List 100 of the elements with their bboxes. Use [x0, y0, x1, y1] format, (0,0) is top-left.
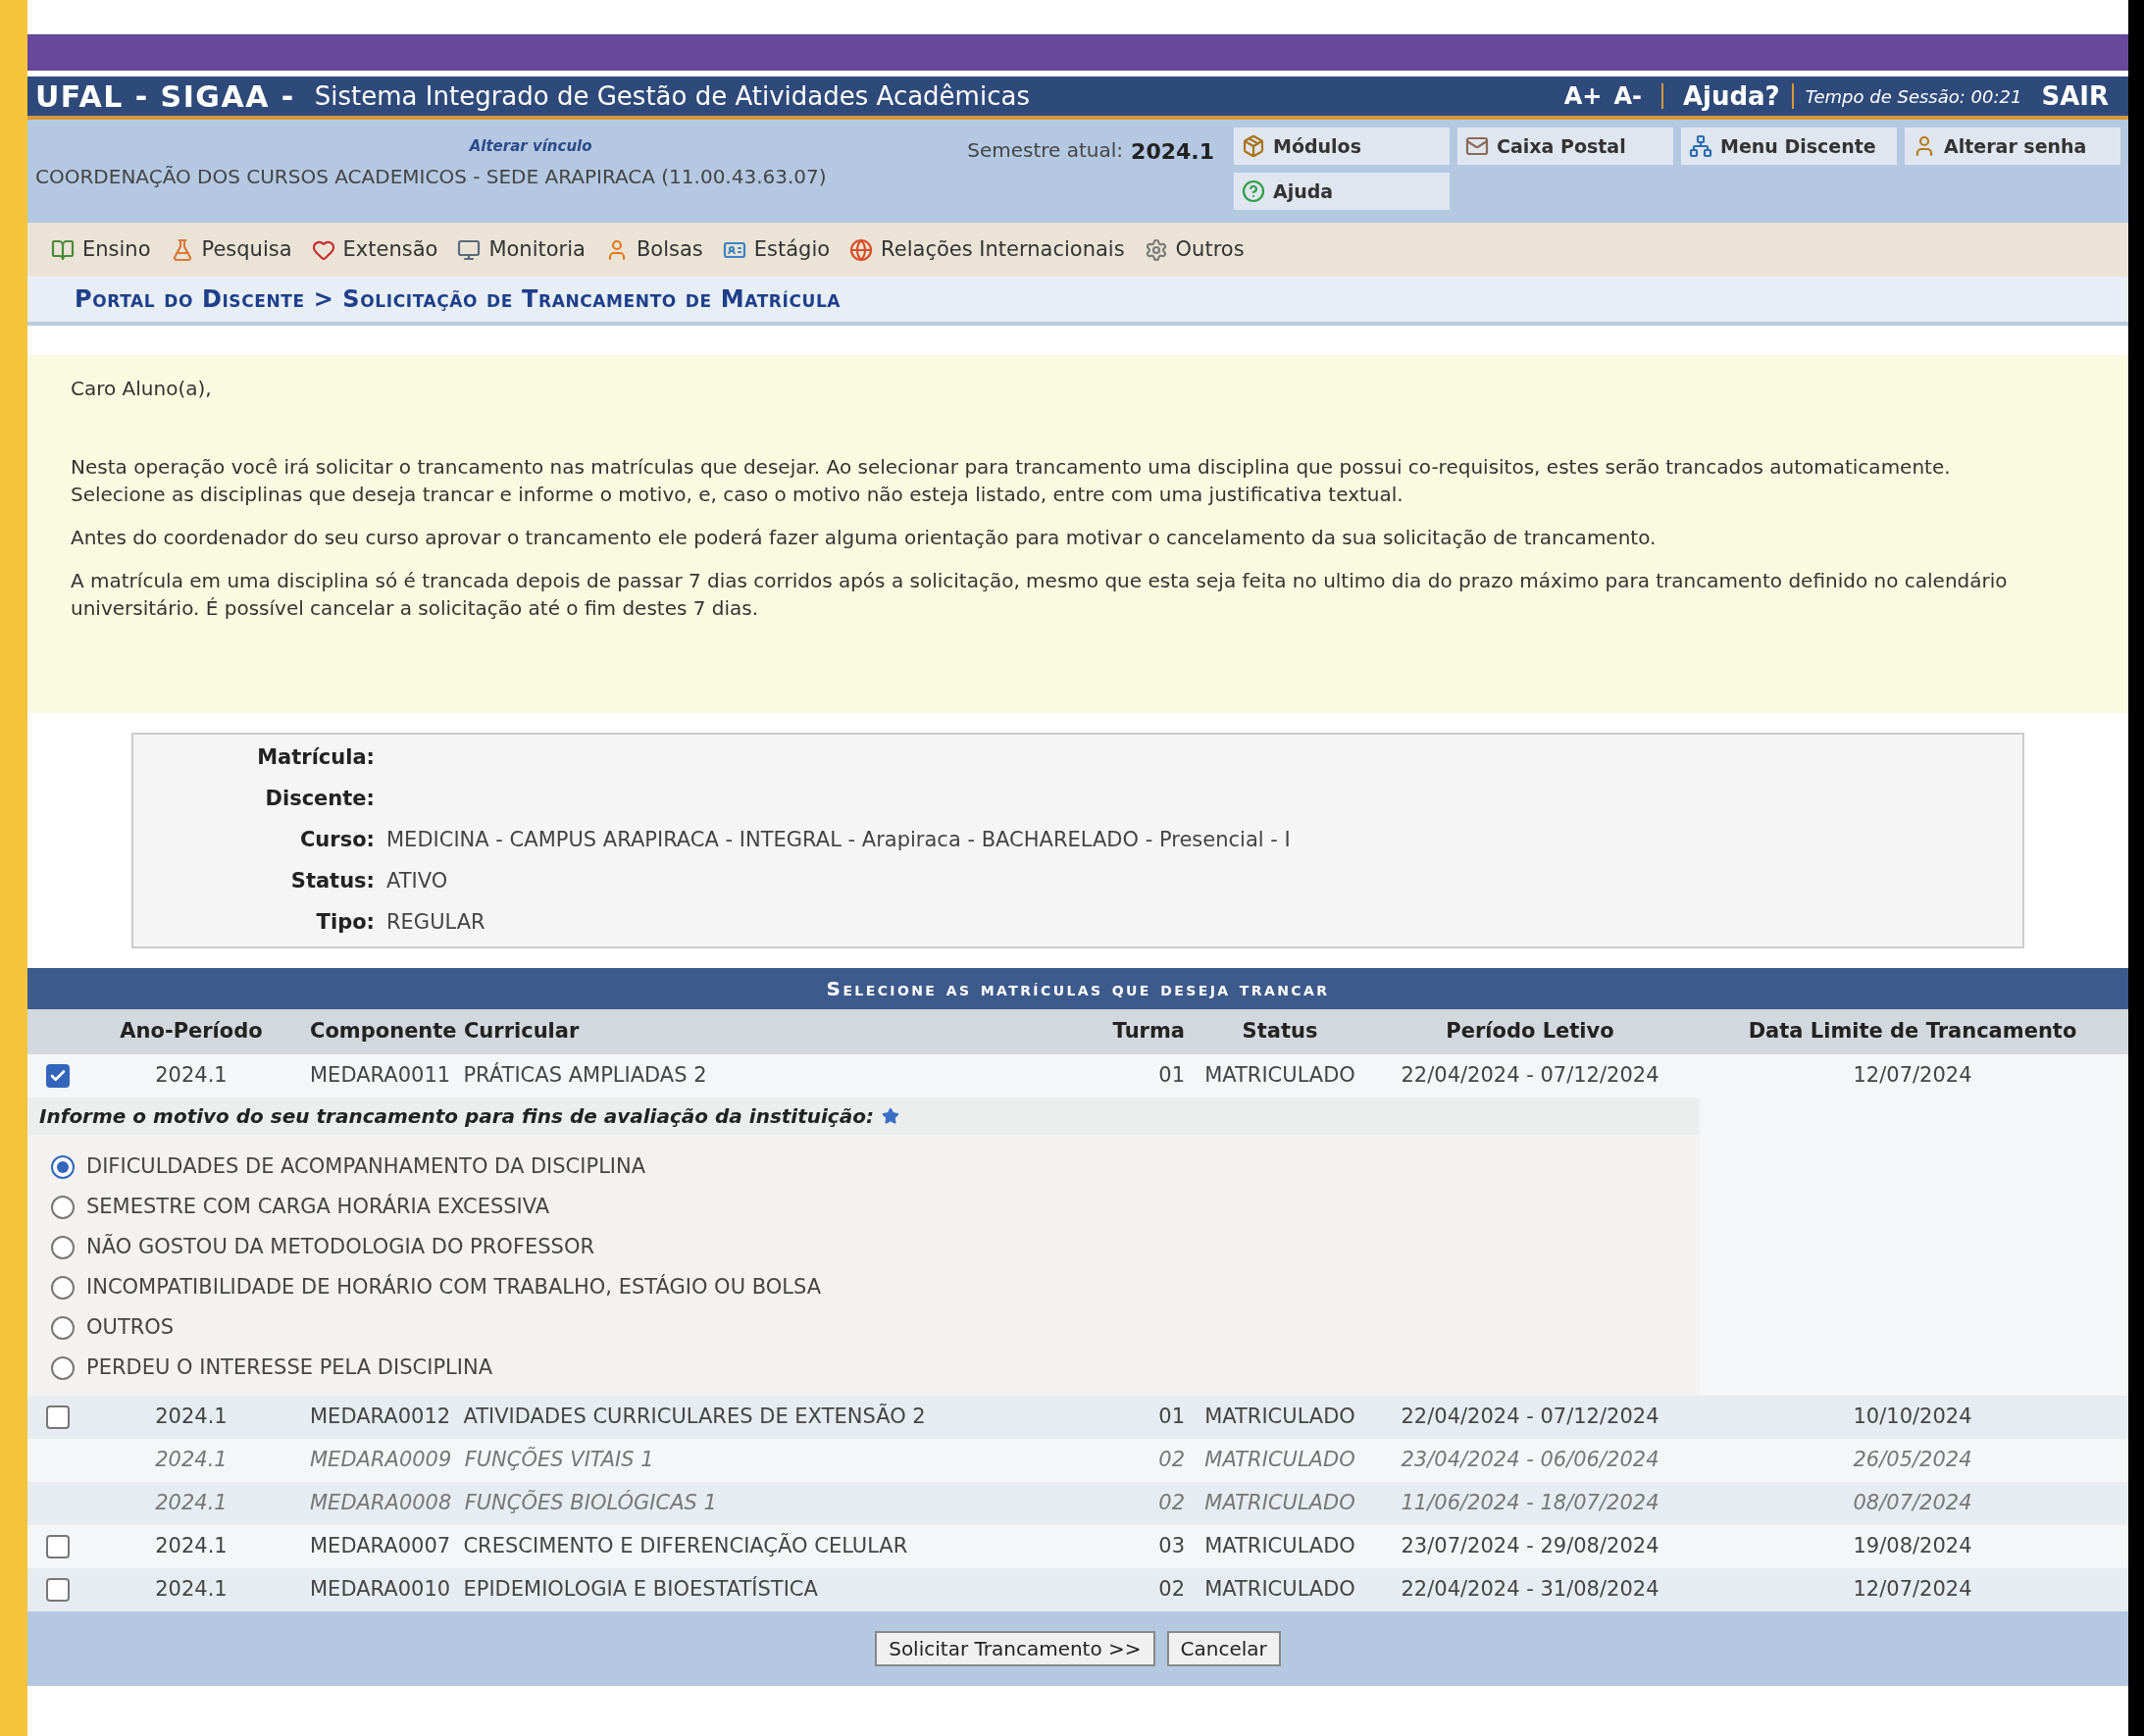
- row-checkbox[interactable]: [46, 1405, 70, 1429]
- row-checkbox[interactable]: [46, 1535, 70, 1558]
- table-cell-text: 2024.1: [154, 1404, 229, 1431]
- gear-icon: [1144, 237, 1168, 262]
- column-header: Data Limite de Trancamento: [1747, 1018, 2078, 1046]
- table-cell-text: MATRICULADO: [1203, 1447, 1356, 1474]
- mail-icon: [1465, 134, 1489, 158]
- font-increase-link[interactable]: A+: [1563, 78, 1603, 114]
- menu-item[interactable]: Outros: [1144, 233, 1245, 266]
- field-value: REGULAR: [386, 909, 485, 937]
- table-cell-text: 2024.1: [154, 1062, 229, 1090]
- reason-option[interactable]: OUTROS: [51, 1307, 1676, 1348]
- table-cell-text: 02: [1157, 1576, 1186, 1604]
- table-cell-text: 22/04/2024 - 07/12/2024: [1400, 1404, 1660, 1431]
- shortcut-button[interactable]: Caixa Postal: [1457, 128, 1673, 165]
- field-label: Status:: [289, 868, 375, 895]
- table-cell-text: 10/10/2024: [1852, 1404, 1973, 1431]
- monitor-icon: [457, 237, 482, 262]
- shortcut-button[interactable]: Alterar senha: [1905, 128, 2120, 165]
- radio-button[interactable]: [51, 1195, 75, 1219]
- table-title: Selecione as matrículas que deseja trancar: [826, 976, 1330, 1002]
- table-cell-text: 22/04/2024 - 07/12/2024: [1400, 1062, 1660, 1090]
- field-label: Matrícula:: [256, 744, 375, 772]
- shortcut-button[interactable]: Módulos: [1234, 128, 1450, 165]
- table-cell-text: 02: [1157, 1447, 1186, 1474]
- system-name: UFAL - SIGAA -: [35, 77, 295, 116]
- session-time: Tempo de Sessão: 00:21: [1805, 84, 2022, 109]
- menu-item[interactable]: Relações Internacionais: [849, 233, 1125, 266]
- reason-prompt: Informe o motivo do seu trancamento para fins de avaliação da instituição:: [39, 1103, 874, 1130]
- table-cell-text: MEDARA0009 FUNÇÕES VITAIS 1: [309, 1446, 655, 1474]
- table-cell-text: 12/07/2024: [1852, 1062, 1973, 1090]
- table-cell-text: MATRICULADO: [1203, 1576, 1356, 1604]
- table-cell-text: 22/04/2024 - 31/08/2024: [1400, 1576, 1660, 1604]
- radio-button[interactable]: [51, 1355, 75, 1380]
- field-label: Curso:: [298, 827, 375, 854]
- table-cell-text: MEDARA0008 FUNÇÕES BIOLÓGICAS 1: [309, 1489, 718, 1517]
- form-button[interactable]: Cancelar: [1166, 1631, 1281, 1666]
- table-cell-text: MATRICULADO: [1203, 1062, 1356, 1090]
- books-icon: [51, 237, 75, 262]
- notice-paragraph: Antes do coordenador do seu curso aprovar o trancamento ele poderá fazer alguma orientação para motivar o cancelamento da sua solicitação de trancamento.: [71, 525, 1658, 551]
- field-value: ATIVO: [386, 868, 448, 895]
- table-cell-text: 01: [1157, 1062, 1186, 1090]
- table-cell-text: 01: [1157, 1404, 1186, 1431]
- table-cell-text: MATRICULADO: [1203, 1533, 1356, 1560]
- reason-option[interactable]: PERDEU O INTERESSE PELA DISCIPLINA: [51, 1348, 1676, 1388]
- semester-value: 2024.1: [1131, 138, 1214, 166]
- reason-option[interactable]: DIFICULDADES DE ACOMPANHAMENTO DA DISCIPLINA: [51, 1147, 1676, 1187]
- notice-paragraph: A matrícula em uma disciplina só é trancada depois de passar 7 dias corridos após a solicitação, mesmo que esta seja feita no ultimo dia do prazo máximo para trancamento definido no calendário universitário. É possível cancelar a solicitação até o fim destes 7 dias.: [71, 568, 2009, 622]
- table-cell-text: MEDARA0012 ATIVIDADES CURRICULARES DE EXTENSÃO 2: [309, 1403, 927, 1431]
- field-value: MEDICINA - CAMPUS ARAPIRACA - INTEGRAL - Arapiraca - BACHARELADO - Presencial - I: [386, 827, 1291, 854]
- logout-link[interactable]: SAIR: [2041, 77, 2109, 116]
- reason-option[interactable]: NÃO GOSTOU DA METODOLOGIA DO PROFESSOR: [51, 1227, 1676, 1267]
- reason-option[interactable]: SEMESTRE COM CARGA HORÁRIA EXCESSIVA: [51, 1187, 1676, 1227]
- reason-option[interactable]: INCOMPATIBILIDADE DE HORÁRIO COM TRABALHO, ESTÁGIO OU BOLSA: [51, 1267, 1676, 1307]
- shortcut-button[interactable]: Menu Discente: [1681, 128, 1897, 165]
- table-cell-text: MEDARA0011 PRÁTICAS AMPLIADAS 2: [309, 1061, 708, 1090]
- field-label: Tipo:: [315, 909, 375, 937]
- shortcut-button[interactable]: Ajuda: [1234, 173, 1450, 210]
- menu-item[interactable]: Estágio: [722, 233, 831, 266]
- row-checkbox[interactable]: [46, 1578, 70, 1602]
- form-button[interactable]: Solicitar Trancamento >>: [875, 1631, 1155, 1666]
- menu-item[interactable]: Pesquisa: [170, 233, 292, 266]
- radio-button[interactable]: [51, 1275, 75, 1300]
- breadcrumb: Portal do Discente > Solicitação de Trancamento de Matrícula: [75, 284, 842, 315]
- table-cell-text: 12/07/2024: [1852, 1576, 1973, 1604]
- table-cell-text: MEDARA0010 EPIDEMIOLOGIA E BIOESTATÍSTICA: [309, 1575, 819, 1604]
- help-link[interactable]: Ajuda?: [1682, 77, 1780, 116]
- menu-item[interactable]: Ensino: [51, 233, 151, 266]
- menu-item[interactable]: Monitoria: [457, 233, 586, 266]
- globe-icon: [849, 237, 874, 262]
- row-checkbox[interactable]: [46, 1064, 70, 1088]
- table-cell-text: 2024.1: [154, 1490, 229, 1517]
- table-cell-text: 02: [1157, 1490, 1186, 1517]
- column-header: Componente Curricular: [309, 1018, 581, 1046]
- column-header: Status: [1241, 1018, 1319, 1046]
- column-header: Turma: [1111, 1018, 1186, 1046]
- column-header: Período Letivo: [1445, 1018, 1615, 1046]
- menu-item[interactable]: Bolsas: [604, 233, 703, 266]
- table-cell-text: 11/06/2024 - 18/07/2024: [1400, 1490, 1660, 1517]
- radio-button[interactable]: [51, 1154, 75, 1179]
- tree-icon: [1689, 134, 1712, 158]
- table-cell-text: 2024.1: [154, 1447, 229, 1474]
- table-cell-text: MEDARA0007 CRESCIMENTO E DIFERENCIAÇÃO CELULAR: [309, 1532, 909, 1560]
- table-cell-text: MATRICULADO: [1203, 1490, 1356, 1517]
- help-icon: [1242, 179, 1265, 203]
- radio-button[interactable]: [51, 1315, 75, 1340]
- table-cell-text: 26/05/2024: [1852, 1447, 1973, 1474]
- field-label: Discente:: [264, 786, 375, 813]
- font-decrease-link[interactable]: A-: [1613, 78, 1642, 114]
- notice-paragraph: Nesta operação você irá solicitar o trancamento nas matrículas que desejar. Ao selecionar para trancamento uma disciplina que possui co-requisitos, estes serão trancados automaticamente. Selecione as disciplinas que deseja trancar e informe o motivo, e, caso o motivo não esteja listado, entre com uma justificativa textual.: [71, 454, 1952, 508]
- radio-button[interactable]: [51, 1235, 75, 1259]
- table-cell-text: 03: [1157, 1533, 1186, 1560]
- box-icon: [1242, 134, 1265, 158]
- change-link[interactable]: Alterar vínculo: [469, 135, 592, 158]
- table-cell-text: 23/04/2024 - 06/06/2024: [1400, 1447, 1660, 1474]
- table-cell-text: 2024.1: [154, 1576, 229, 1604]
- table-cell-text: MATRICULADO: [1203, 1404, 1356, 1431]
- column-header: Ano-Período: [119, 1018, 264, 1046]
- required-icon: [881, 1107, 899, 1125]
- menu-item[interactable]: Extensão: [311, 233, 438, 266]
